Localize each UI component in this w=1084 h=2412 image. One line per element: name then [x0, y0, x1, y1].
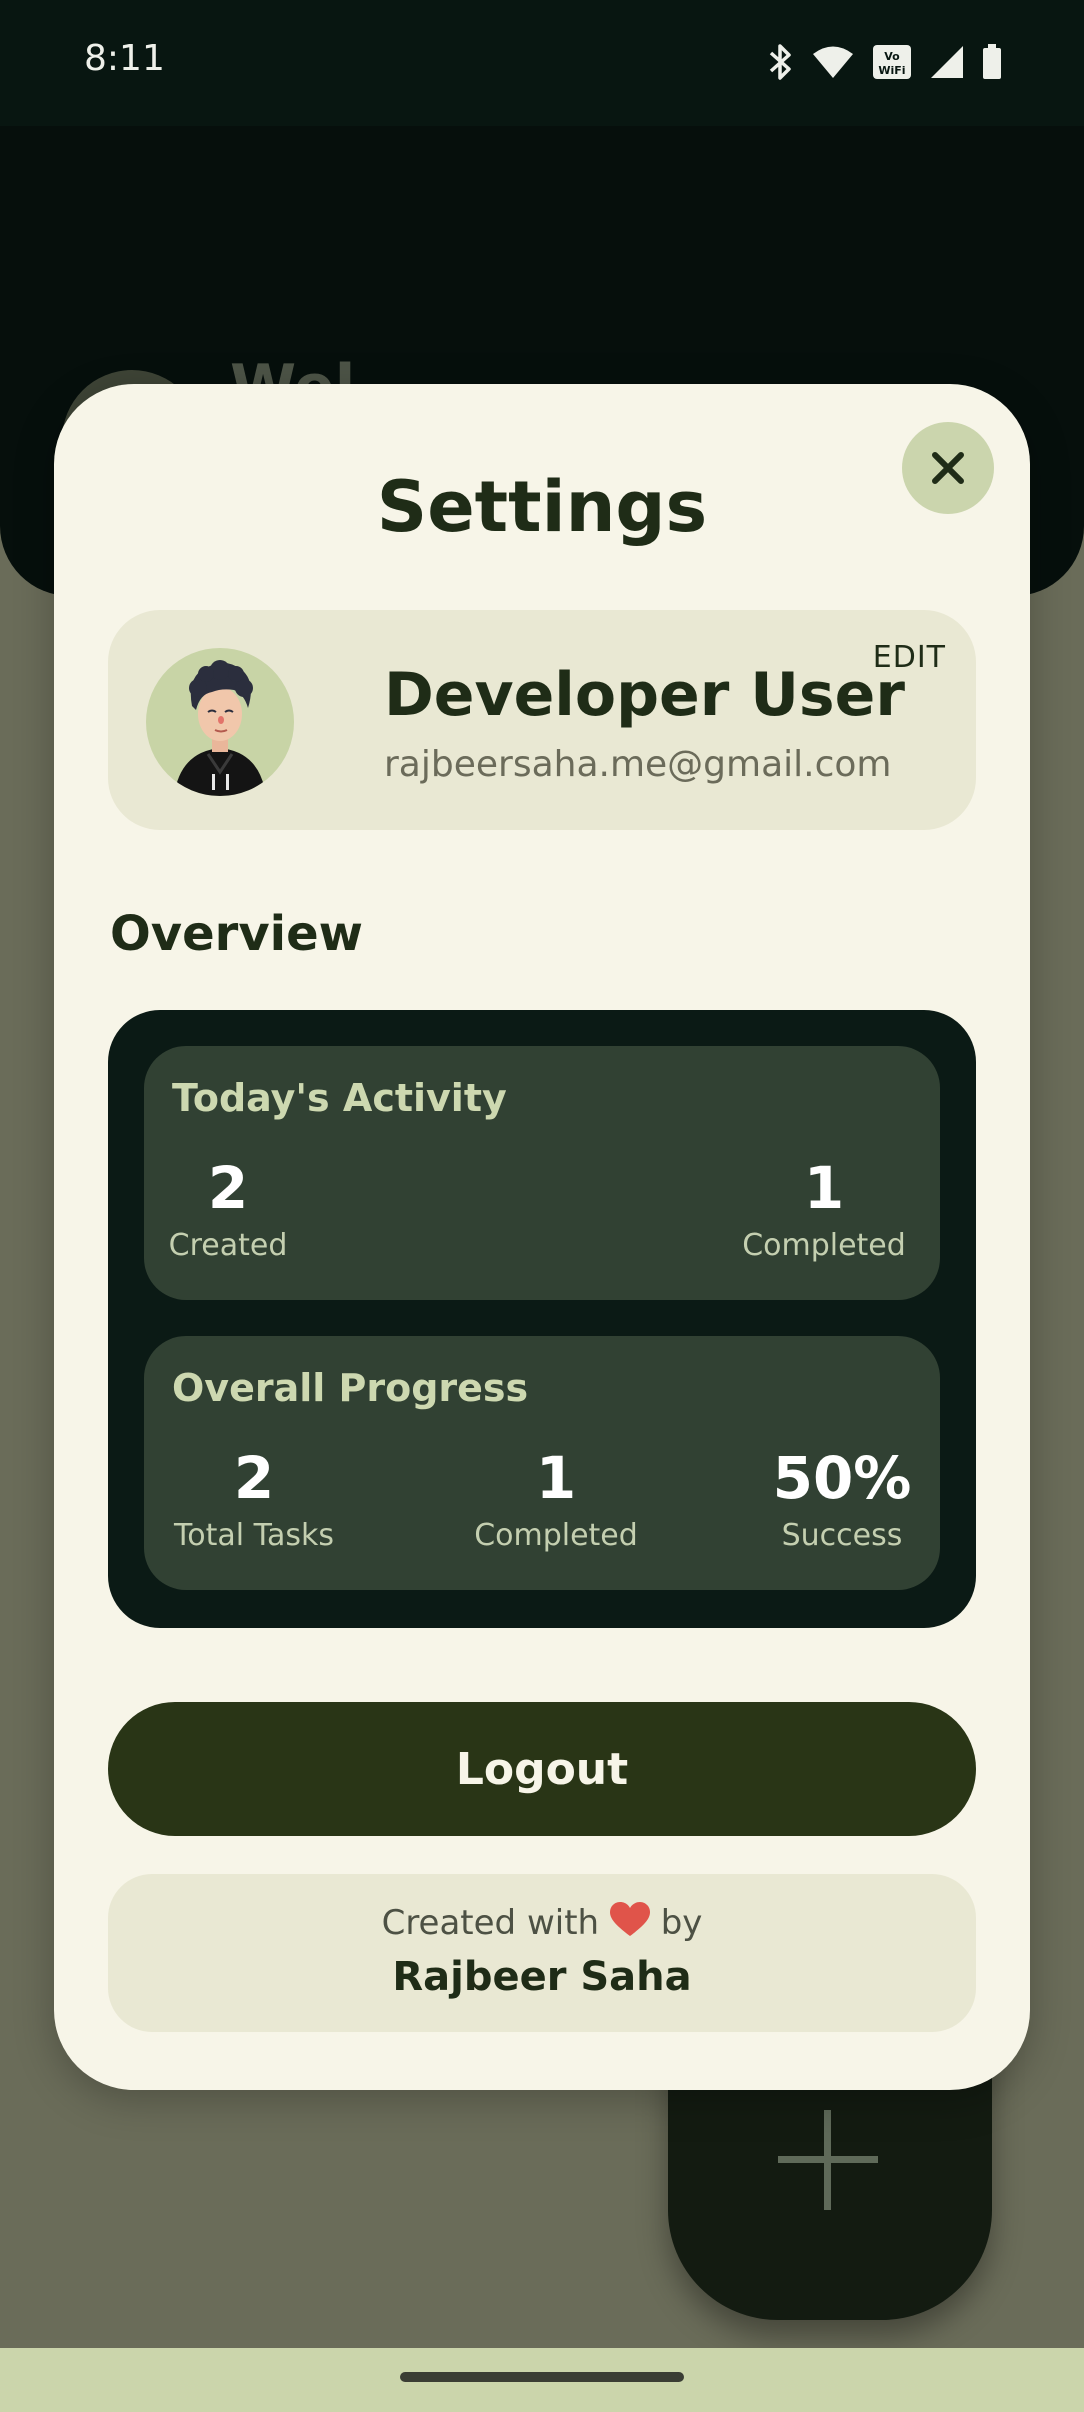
stat-value: 2: [233, 1444, 275, 1512]
status-bar: 8:11 Vo WiFi: [0, 0, 1084, 126]
stat-label: Completed: [742, 1228, 906, 1263]
created-stat: 2 Created: [169, 1154, 288, 1263]
svg-text:Vo: Vo: [884, 50, 900, 63]
stat-label: Success: [781, 1518, 903, 1553]
overall-progress-card: Overall Progress 2 Total Tasks 1 Complet…: [144, 1336, 940, 1590]
completed-today-stat: 1 Completed: [742, 1154, 906, 1263]
wifi-icon: [813, 46, 853, 78]
plus-icon: [778, 2110, 878, 2210]
todays-activity-title: Today's Activity: [172, 1076, 507, 1120]
status-icons: Vo WiFi: [768, 40, 1002, 84]
credit-prefix: Created with: [381, 1903, 600, 1943]
profile-card: Developer User rajbeersaha.me@gmail.com …: [108, 610, 976, 830]
signal-icon: [931, 46, 963, 78]
navigation-bar: [0, 2348, 1084, 2412]
overview-heading: Overview: [110, 906, 363, 962]
home-handle[interactable]: [400, 2372, 684, 2382]
logout-button[interactable]: Logout: [108, 1702, 976, 1836]
todays-activity-card: Today's Activity 2 Created 1 Completed: [144, 1046, 940, 1300]
bluetooth-icon: [769, 44, 791, 80]
success-rate-stat: 50% Success: [773, 1444, 912, 1553]
profile-name: Developer User: [384, 660, 905, 730]
status-time: 8:11: [84, 38, 165, 79]
avatar: [146, 648, 294, 796]
edit-profile-button[interactable]: EDIT: [873, 640, 946, 675]
overall-progress-title: Overall Progress: [172, 1366, 529, 1410]
stat-label: Completed: [474, 1518, 638, 1553]
credit-suffix: by: [660, 1903, 703, 1943]
dialog-title: Settings: [376, 466, 708, 548]
stat-value: 1: [535, 1444, 577, 1512]
stat-label: Created: [168, 1228, 288, 1263]
settings-dialog: Settings Developer User rajbeersaha.me@g…: [54, 384, 1030, 2090]
credit-author: Rajbeer Saha: [392, 1954, 692, 2000]
heart-icon: [609, 1902, 650, 1936]
vowifi-icon: Vo WiFi: [873, 45, 911, 79]
completed-total-stat: 1 Completed: [474, 1444, 638, 1553]
stat-label: Total Tasks: [174, 1518, 334, 1553]
credit-card: Created with by Rajbeer Saha: [108, 1874, 976, 2032]
total-tasks-stat: 2 Total Tasks: [174, 1444, 334, 1553]
stat-value: 2: [207, 1154, 249, 1222]
profile-email: rajbeersaha.me@gmail.com: [384, 744, 892, 785]
battery-icon: [983, 44, 1001, 79]
stat-value: 1: [803, 1154, 845, 1222]
overview-panel: Today's Activity 2 Created 1 Completed O…: [108, 1010, 976, 1628]
svg-text:WiFi: WiFi: [878, 64, 905, 77]
credit-line: Created with by: [108, 1902, 976, 1943]
stat-value: 50%: [772, 1444, 912, 1512]
